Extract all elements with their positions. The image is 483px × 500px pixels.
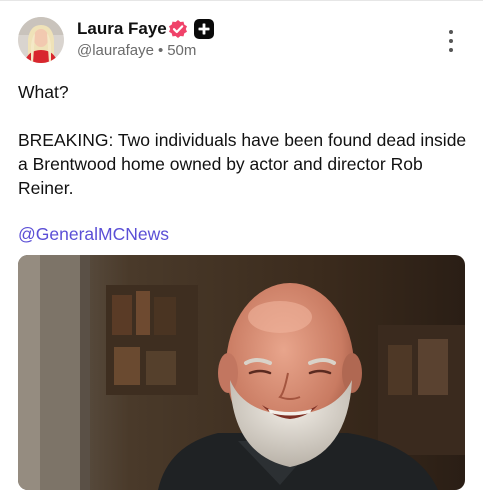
avatar[interactable]	[18, 17, 64, 63]
post-line-breaking: BREAKING: Two individuals have been foun…	[18, 130, 467, 198]
plus-badge-icon	[194, 19, 214, 39]
post-text: What? BREAKING: Two individuals have bee…	[18, 80, 473, 246]
more-dot	[449, 39, 453, 43]
mention-link[interactable]: @GeneralMCNews	[18, 224, 169, 244]
more-dot	[449, 30, 453, 34]
more-vertical-icon[interactable]	[440, 28, 462, 54]
post-line-intro: What?	[18, 82, 69, 102]
post-timestamp[interactable]: 50m	[167, 42, 196, 59]
meta-separator: •	[157, 42, 164, 59]
verified-badge-icon	[168, 19, 188, 39]
more-dot	[449, 48, 453, 52]
post-image[interactable]	[18, 255, 465, 490]
top-divider	[0, 0, 483, 1]
author-meta: @laurafaye • 50m	[77, 42, 196, 60]
display-name[interactable]: Laura Faye	[77, 18, 167, 40]
author-handle[interactable]: @laurafaye	[77, 42, 154, 59]
